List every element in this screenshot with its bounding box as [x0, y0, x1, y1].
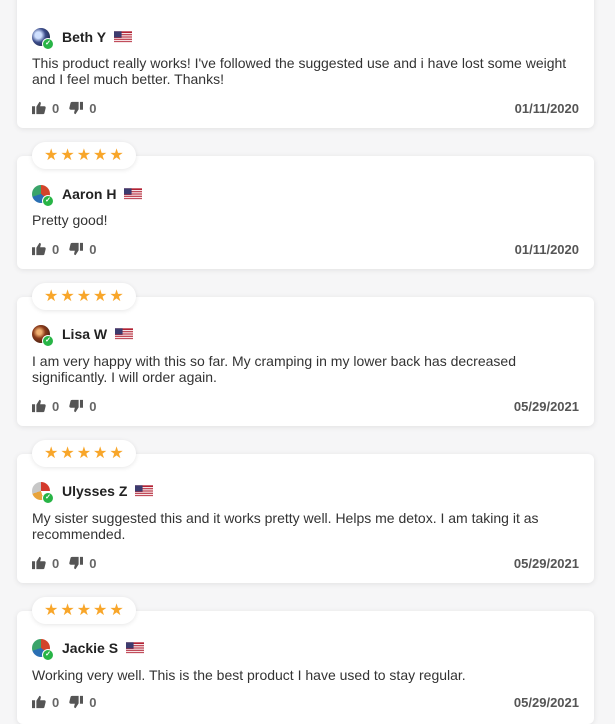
star-icon: ★	[93, 602, 108, 619]
review-date: 01/11/2020	[514, 241, 579, 257]
review-header: ✓ Aaron H	[32, 184, 142, 207]
rating-stars: ★ ★ ★ ★ ★	[32, 283, 136, 310]
thumbs-down-icon	[69, 242, 83, 256]
avatar: ✓	[32, 185, 54, 207]
star-icon: ★	[109, 288, 124, 305]
star-icon: ★	[44, 288, 59, 305]
verified-check-icon: ✓	[42, 492, 54, 504]
reviewer-name: Aaron H	[62, 186, 117, 202]
review-text: Pretty good!	[32, 212, 108, 228]
star-icon: ★	[109, 147, 124, 164]
verified-check-icon: ✓	[42, 649, 54, 661]
unhelpful-button[interactable]: 0	[69, 242, 96, 257]
thumbs-up-icon	[32, 242, 46, 256]
us-flag-icon	[124, 188, 142, 200]
review-card: ★★★★★ ✓ Beth Y This product really works…	[17, 0, 594, 128]
star-icon: ★	[93, 288, 108, 305]
star-icon: ★	[76, 147, 92, 164]
star-icon: ★	[76, 602, 92, 619]
verified-check-icon: ✓	[42, 335, 54, 347]
thumbs-up-icon	[32, 101, 46, 115]
review-card: ★ ★ ★ ★ ★ ✓ Ulysses Z My sister suggested th…	[17, 440, 594, 583]
avatar: ✓	[32, 325, 54, 347]
thumbs-down-icon	[69, 695, 83, 709]
reviewer-name: Beth Y	[62, 29, 107, 45]
reviewer-name: Lisa W	[62, 326, 108, 342]
us-flag-icon	[114, 31, 132, 43]
review-card: ★ ★ ★ ★ ★ ✓ Jackie S Working very well. This…	[17, 597, 594, 724]
helpful-button[interactable]: 0	[32, 399, 59, 414]
thumbs-up-icon	[32, 556, 46, 570]
rating-stars: ★ ★ ★ ★ ★	[32, 597, 136, 624]
star-icon: ★	[60, 288, 75, 305]
helpful-button[interactable]: 0	[32, 695, 59, 710]
unhelpful-button[interactable]: 0	[69, 556, 96, 571]
helpful-count: 0	[52, 555, 60, 571]
helpful-button[interactable]: 0	[32, 101, 59, 116]
us-flag-icon	[126, 642, 144, 654]
review-date: 05/29/2021	[513, 398, 579, 414]
star-icon: ★	[44, 147, 59, 164]
thumbs-down-icon	[69, 399, 83, 413]
star-icon: ★	[109, 445, 124, 462]
star-icon: ★	[93, 445, 108, 462]
star-icon: ★	[109, 602, 124, 619]
star-icon: ★	[44, 445, 59, 462]
review-footer: 0 0 05/29/2021	[32, 398, 579, 414]
helpful-button[interactable]: 0	[32, 242, 59, 257]
star-icon: ★	[76, 445, 92, 462]
us-flag-icon	[135, 485, 153, 497]
review-footer: 0 0 05/29/2021	[32, 694, 579, 710]
review-date: 01/11/2020	[514, 100, 579, 116]
helpful-count: 0	[52, 100, 60, 116]
review-footer: 0 0 05/29/2021	[32, 555, 579, 571]
rating-stars: ★ ★ ★ ★ ★	[32, 440, 136, 467]
helpful-count: 0	[52, 694, 60, 710]
unhelpful-button[interactable]: 0	[69, 399, 96, 414]
thumbs-down-icon	[69, 101, 83, 115]
star-icon: ★	[76, 288, 92, 305]
review-header: ✓ Beth Y	[32, 27, 132, 50]
review-header: ✓ Jackie S	[32, 638, 144, 661]
thumbs-down-icon	[69, 556, 83, 570]
review-text: This product really works! I've followed…	[32, 55, 567, 87]
unhelpful-count: 0	[89, 241, 97, 257]
review-text: My sister suggested this and it works pr…	[32, 510, 539, 542]
review-card: ★ ★ ★ ★ ★ ✓ Lisa W I am very happy with this…	[17, 283, 594, 426]
star-icon: ★	[60, 147, 75, 164]
avatar: ✓	[32, 482, 54, 504]
star-icon: ★	[93, 147, 108, 164]
helpful-count: 0	[52, 398, 60, 414]
helpful-count: 0	[52, 241, 60, 257]
unhelpful-count: 0	[89, 694, 97, 710]
thumbs-up-icon	[32, 399, 46, 413]
unhelpful-button[interactable]: 0	[69, 695, 96, 710]
us-flag-icon	[115, 328, 133, 340]
reviewer-name: Jackie S	[62, 640, 119, 656]
verified-check-icon: ✓	[42, 195, 54, 207]
star-icon: ★	[60, 602, 75, 619]
review-text: Working very well. This is the best prod…	[32, 667, 466, 683]
review-card: ★ ★ ★ ★ ★ ✓ Aaron H Pretty good! 0 0 01/11/2…	[17, 142, 594, 269]
unhelpful-button[interactable]: 0	[69, 101, 96, 116]
avatar: ✓	[32, 639, 54, 661]
review-header: ✓ Ulysses Z	[32, 481, 153, 504]
rating-stars: ★ ★ ★ ★ ★	[32, 142, 136, 169]
review-footer: 0 0 01/11/2020	[32, 241, 579, 257]
unhelpful-count: 0	[89, 555, 97, 571]
star-icon: ★	[60, 445, 75, 462]
unhelpful-count: 0	[89, 100, 97, 116]
review-date: 05/29/2021	[513, 555, 579, 571]
unhelpful-count: 0	[89, 398, 97, 414]
review-header: ✓ Lisa W	[32, 324, 133, 347]
verified-check-icon: ✓	[42, 38, 54, 50]
avatar: ✓	[32, 28, 54, 50]
review-text: I am very happy with this so far. My cra…	[32, 353, 516, 385]
review-footer: 0 0 01/11/2020	[32, 100, 579, 116]
helpful-button[interactable]: 0	[32, 556, 59, 571]
reviewer-name: Ulysses Z	[62, 483, 128, 499]
thumbs-up-icon	[32, 695, 46, 709]
review-date: 05/29/2021	[513, 694, 579, 710]
star-icon: ★	[44, 602, 59, 619]
